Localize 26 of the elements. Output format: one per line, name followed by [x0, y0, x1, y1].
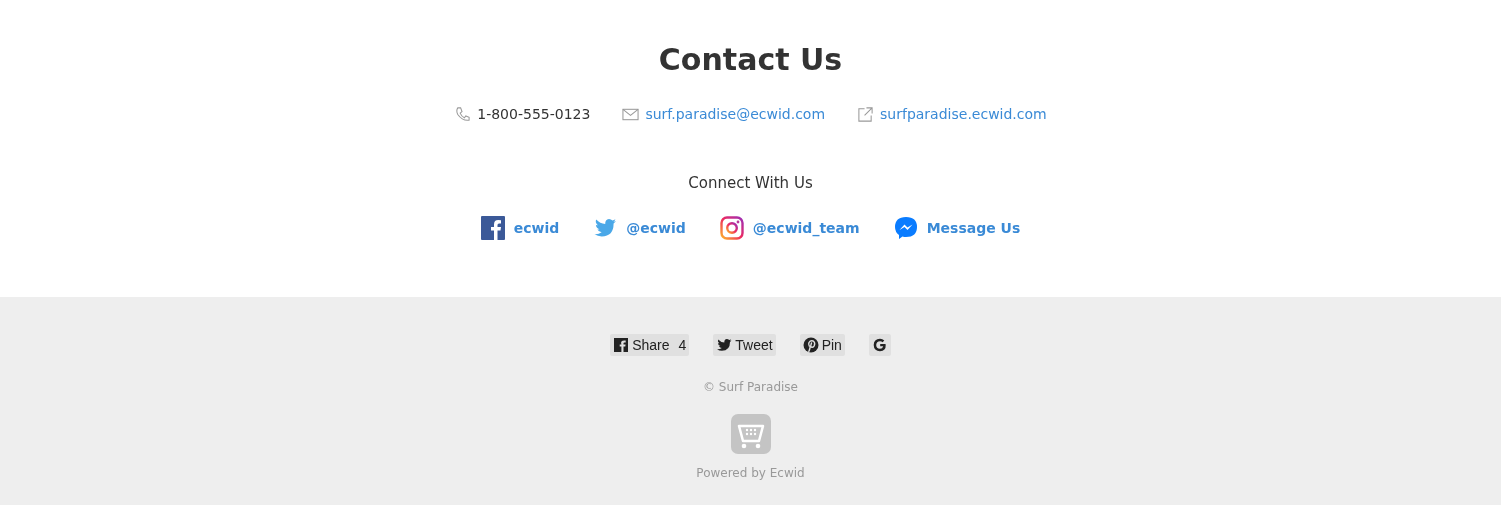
google-share-button[interactable] [868, 334, 891, 356]
instagram-icon [719, 216, 744, 240]
bird-icon [716, 337, 733, 353]
section-heading: Connect With Us [688, 173, 813, 193]
phone-icon [454, 105, 472, 123]
shopping-basket-logo [730, 414, 771, 454]
facebook-icon [613, 337, 630, 353]
share-count: 4 [678, 337, 687, 353]
website-link[interactable]: surfparadise.ecwid.com [880, 104, 1047, 124]
phone-number: 1-800-555-0123 [477, 105, 591, 124]
share-button[interactable]: Share 4 [610, 334, 690, 356]
chat-bubble-icon [893, 216, 918, 240]
share-button[interactable]: Pin [799, 334, 845, 356]
copyright-text: © Surf Paradise [703, 379, 798, 395]
email-link[interactable]: surf.paradise@ecwid.com [645, 104, 826, 124]
share-button[interactable]: Tweet [713, 334, 776, 356]
social-link[interactable]: @ecwid_team [752, 218, 860, 238]
social-link[interactable]: Message Us [926, 218, 1021, 238]
facebook-icon [480, 216, 505, 240]
pinterest-icon [802, 337, 819, 353]
social-link[interactable]: ecwid [513, 218, 560, 238]
social-link[interactable]: @ecwid [626, 218, 686, 238]
google-icon [871, 337, 888, 353]
external-link-icon [857, 105, 875, 123]
powered-by-text: Powered by Ecwid [696, 465, 805, 481]
page-title: Contact Us [658, 41, 843, 79]
